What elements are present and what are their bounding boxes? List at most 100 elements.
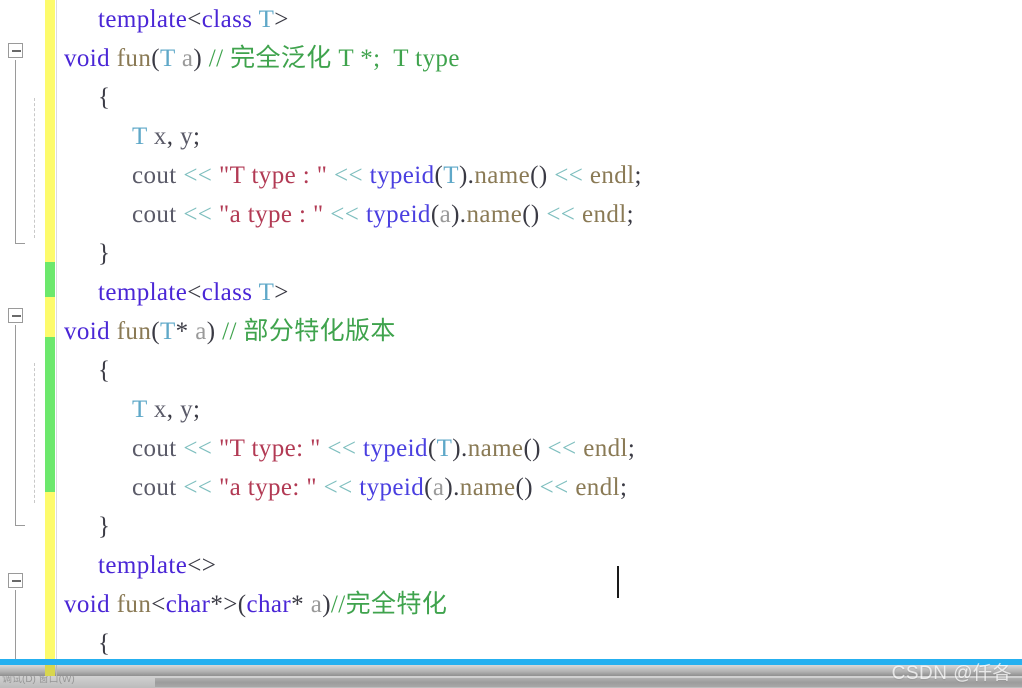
code-line[interactable]: cout << "T type : " << typeid(T).name() … <box>56 156 1022 195</box>
code-token-cmt: // 部分特化版本 <box>222 318 396 345</box>
code-token-punc: ; <box>627 435 636 462</box>
code-token-op: << <box>330 201 360 228</box>
code-token-kw: class <box>201 279 253 306</box>
code-token-op: << <box>539 474 569 501</box>
code-line[interactable]: cout << "a type : " << typeid(a).name() … <box>56 195 1022 234</box>
code-line[interactable]: { <box>56 78 1022 117</box>
code-token-punc: ( <box>151 45 160 72</box>
code-token-var: a <box>439 201 452 228</box>
code-token-punc: > <box>274 279 289 306</box>
code-line[interactable]: cout << "a type: " << typeid(a).name() <… <box>56 468 1022 507</box>
code-token-tid: typeid <box>363 435 428 462</box>
code-token-id: endl <box>583 435 628 462</box>
code-token-id: fun <box>116 318 152 345</box>
code-token-op: << <box>546 201 576 228</box>
indent-guide <box>34 363 35 503</box>
code-token-punc <box>110 318 117 345</box>
code-line[interactable]: { <box>56 624 1022 659</box>
code-token-cmt: //完全特化 <box>330 591 448 618</box>
code-token-cout: cout <box>132 162 177 189</box>
code-token-op: << <box>323 474 353 501</box>
code-line[interactable]: } <box>56 507 1022 546</box>
collapse-minus-icon[interactable] <box>8 43 23 58</box>
code-token-punc <box>327 162 334 189</box>
code-token-tid: typeid <box>359 474 425 501</box>
code-line[interactable]: template<class T> <box>56 0 1022 39</box>
code-token-kw: template <box>98 552 188 579</box>
code-token-punc <box>110 45 117 72</box>
code-token-punc: ( <box>430 201 440 228</box>
code-token-punc: , <box>166 396 181 423</box>
code-token-punc: ). <box>458 162 475 189</box>
code-token-str: "T type : " <box>218 162 328 189</box>
code-token-typ: T <box>159 318 176 345</box>
code-token-punc <box>359 201 366 228</box>
code-token-punc: () <box>522 201 547 228</box>
code-editor-surface[interactable]: template<class T> void fun(T a) // 完全泛化 T… <box>0 0 1022 659</box>
code-token-punc <box>147 123 154 150</box>
code-token-punc: } <box>98 513 111 540</box>
code-token-punc <box>212 435 219 462</box>
code-token-punc: ( <box>151 318 160 345</box>
code-token-var: a <box>310 591 323 618</box>
code-token-var: a <box>181 45 194 72</box>
code-token-id: name <box>466 201 523 228</box>
code-token-cout: x <box>153 123 167 150</box>
code-token-cout: x <box>153 396 167 423</box>
code-token-op: << <box>183 474 213 501</box>
code-token-typ: T <box>258 6 275 33</box>
outline-guide-line <box>15 60 16 243</box>
code-token-var: a <box>432 474 445 501</box>
code-token-op: << <box>327 435 357 462</box>
code-token-kw: char <box>246 591 292 618</box>
code-token-punc <box>110 591 117 618</box>
code-token-punc <box>212 162 219 189</box>
code-token-id: fun <box>116 591 152 618</box>
collapse-minus-icon[interactable] <box>8 573 23 588</box>
code-token-id: name <box>467 435 524 462</box>
code-line[interactable]: template<class T> <box>56 273 1022 312</box>
code-token-punc: ) <box>206 318 223 345</box>
code-line[interactable]: void fun<char*>(char* a)//完全特化 <box>56 585 1022 624</box>
code-line[interactable]: T x, y; <box>56 117 1022 156</box>
code-token-punc: ( <box>424 474 433 501</box>
code-token-punc: ) <box>193 45 209 72</box>
code-token-cmt: // 完全泛化 T *; T type <box>208 45 460 72</box>
code-token-id: name <box>474 162 531 189</box>
code-token-punc: ). <box>444 474 460 501</box>
code-token-punc: () <box>515 474 540 501</box>
change-bar-segment-unsaved <box>45 492 55 659</box>
outline-guide-line <box>15 590 16 659</box>
code-token-punc: > <box>274 6 289 33</box>
code-token-punc: () <box>530 162 555 189</box>
code-token-punc: < <box>187 6 202 33</box>
change-bar-gutter <box>45 0 55 659</box>
outline-guide-foot <box>15 243 25 244</box>
code-line[interactable]: cout << "T type: " << typeid(T).name() <… <box>56 429 1022 468</box>
code-line[interactable]: { <box>56 351 1022 390</box>
code-token-id: name <box>459 474 516 501</box>
code-token-kw: template <box>98 6 188 33</box>
code-token-punc: ; <box>634 162 642 189</box>
code-token-punc: ( <box>434 162 444 189</box>
code-line[interactable]: void fun(T* a) // 部分特化版本 <box>56 312 1022 351</box>
code-token-punc: ). <box>451 201 467 228</box>
code-text-layer[interactable]: template<class T> void fun(T a) // 完全泛化 T… <box>56 0 1022 659</box>
code-token-kw: void <box>64 591 111 618</box>
csdn-watermark: CSDN @仟各 <box>891 663 1012 684</box>
code-token-cout: cout <box>132 201 177 228</box>
code-token-punc <box>583 162 590 189</box>
code-token-kw: void <box>64 318 111 345</box>
code-token-op: << <box>183 201 213 228</box>
collapse-minus-icon[interactable] <box>8 308 23 323</box>
code-token-punc: ; <box>193 396 201 423</box>
code-line[interactable]: void fun(T a) // 完全泛化 T *; T type <box>56 39 1022 78</box>
code-line[interactable]: T x, y; <box>56 390 1022 429</box>
code-token-punc: * <box>291 591 311 618</box>
code-line[interactable]: template<> <box>56 546 1022 585</box>
code-token-punc <box>147 396 154 423</box>
code-token-punc <box>175 45 182 72</box>
code-line[interactable]: } <box>56 234 1022 273</box>
selection-margin[interactable] <box>0 0 45 659</box>
change-bar-segment-saved <box>45 337 55 492</box>
